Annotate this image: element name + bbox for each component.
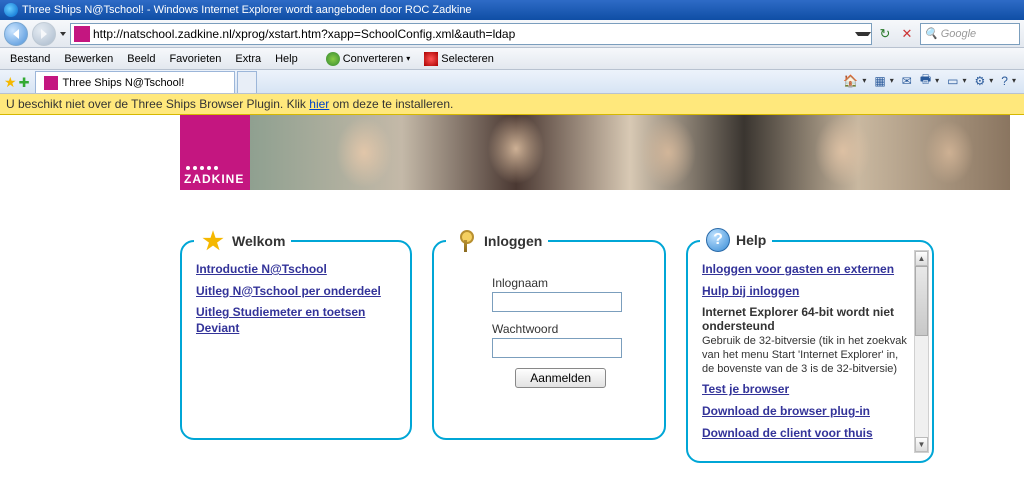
scroll-down-button[interactable]: ▼ bbox=[915, 437, 928, 452]
window-title: Three Ships N@Tschool! - Windows Interne… bbox=[22, 4, 472, 16]
menu-converteren[interactable]: Converteren ▾ bbox=[320, 50, 417, 68]
read-mail-icon[interactable]: ✉ bbox=[902, 74, 912, 88]
banner-photo bbox=[250, 115, 1010, 190]
input-wachtwoord[interactable] bbox=[492, 338, 622, 358]
address-bar[interactable] bbox=[70, 23, 872, 45]
menu-bewerken[interactable]: Bewerken bbox=[58, 51, 119, 67]
forward-button[interactable] bbox=[32, 22, 56, 46]
label-wachtwoord: Wachtwoord bbox=[492, 322, 650, 336]
link-hulp-inloggen[interactable]: Hulp bij inloggen bbox=[702, 284, 910, 300]
url-dropdown[interactable] bbox=[855, 32, 871, 36]
head-ie64: Internet Explorer 64-bit wordt niet onde… bbox=[702, 305, 910, 333]
link-download-client[interactable]: Download de client voor thuis bbox=[702, 426, 910, 442]
arrow-left-icon bbox=[13, 29, 19, 39]
tab-favicon bbox=[44, 76, 58, 90]
input-inlognaam[interactable] bbox=[492, 292, 622, 312]
panel-inloggen: Inloggen Inlognaam Wachtwoord Aanmelden bbox=[432, 240, 666, 440]
scroll-thumb[interactable] bbox=[915, 266, 928, 336]
menu-extra[interactable]: Extra bbox=[229, 51, 267, 67]
panel-help-title: Help bbox=[736, 232, 766, 248]
add-favorite-icon[interactable]: ✚ bbox=[19, 75, 30, 91]
link-test-browser[interactable]: Test je browser bbox=[702, 382, 910, 398]
plugin-notice: U beschikt niet over de Three Ships Brow… bbox=[0, 94, 1024, 115]
panel-welkom-title: Welkom bbox=[232, 233, 285, 249]
label-inlognaam: Inlognaam bbox=[492, 276, 650, 290]
stop-button[interactable]: ✕ bbox=[898, 25, 916, 43]
favorites-star-icon[interactable]: ★ bbox=[4, 74, 17, 91]
ie-icon bbox=[4, 3, 18, 17]
help-icon[interactable]: ? bbox=[1001, 74, 1008, 88]
menu-selecteren[interactable]: Selecteren bbox=[418, 50, 500, 68]
panel-welkom: ★ Welkom Introductie N@Tschool Uitleg N@… bbox=[180, 240, 412, 440]
feeds-icon[interactable]: ▦ bbox=[874, 74, 885, 88]
search-box[interactable]: 🔍 Google bbox=[920, 23, 1020, 45]
new-tab-button[interactable] bbox=[237, 71, 257, 93]
link-download-plugin[interactable]: Download de browser plug-in bbox=[702, 404, 910, 420]
scroll-up-button[interactable]: ▲ bbox=[915, 251, 928, 266]
site-favicon bbox=[74, 26, 90, 42]
browser-tab[interactable]: Three Ships N@Tschool! bbox=[35, 71, 235, 93]
menu-favorieten[interactable]: Favorieten bbox=[163, 51, 227, 67]
header-banner: ZADKINE bbox=[180, 115, 1010, 190]
convert-icon bbox=[326, 52, 340, 66]
link-gasten-externen[interactable]: Inloggen voor gasten en externen bbox=[702, 262, 910, 278]
tab-title: Three Ships N@Tschool! bbox=[62, 77, 184, 89]
panel-help: ? Help Inloggen voor gasten en externen … bbox=[686, 240, 934, 463]
notice-pre: U beschikt niet over de Three Ships Brow… bbox=[6, 97, 309, 111]
print-icon[interactable]: 🖶 bbox=[920, 70, 931, 91]
link-uitleg-onderdeel[interactable]: Uitleg N@Tschool per onderdeel bbox=[196, 284, 396, 300]
notice-post: om deze te installeren. bbox=[329, 97, 453, 111]
tab-bar: ★ ✚ Three Ships N@Tschool! 🏠▾ ▦▾ ✉ 🖶▾ ▭▾… bbox=[0, 70, 1024, 94]
zadkine-logo: ZADKINE bbox=[180, 115, 250, 190]
panel-inloggen-title: Inloggen bbox=[484, 233, 542, 249]
select-icon bbox=[424, 52, 438, 66]
nav-history-dropdown[interactable] bbox=[60, 32, 66, 36]
back-button[interactable] bbox=[4, 22, 28, 46]
logo-text: ZADKINE bbox=[184, 172, 246, 186]
window-titlebar: Three Ships N@Tschool! - Windows Interne… bbox=[0, 0, 1024, 20]
tools-icon[interactable]: ⚙ bbox=[975, 74, 986, 88]
page-icon[interactable]: ▭ bbox=[947, 74, 958, 88]
notice-install-link[interactable]: hier bbox=[309, 97, 329, 111]
link-uitleg-studiemeter[interactable]: Uitleg Studiemeter en toetsen Deviant bbox=[196, 305, 396, 336]
menu-beeld[interactable]: Beeld bbox=[121, 51, 161, 67]
desc-ie64: Gebruik de 32-bitversie (tik in het zoek… bbox=[702, 335, 910, 376]
help-scrollbar[interactable]: ▲ ▼ bbox=[914, 250, 929, 453]
nav-toolbar: ↻ ✕ 🔍 Google bbox=[0, 20, 1024, 48]
home-icon[interactable]: 🏠 bbox=[843, 74, 858, 88]
page-content: ZADKINE ★ Welkom Introductie N@Tschool U… bbox=[0, 115, 1024, 463]
menu-bar: Bestand Bewerken Beeld Favorieten Extra … bbox=[0, 48, 1024, 70]
url-input[interactable] bbox=[93, 25, 855, 43]
link-introductie[interactable]: Introductie N@Tschool bbox=[196, 262, 396, 278]
refresh-button[interactable]: ↻ bbox=[876, 25, 894, 43]
star-icon: ★ bbox=[200, 228, 226, 254]
arrow-right-icon bbox=[41, 29, 47, 39]
search-placeholder: Google bbox=[941, 28, 976, 40]
aanmelden-button[interactable]: Aanmelden bbox=[515, 368, 606, 388]
menu-bestand[interactable]: Bestand bbox=[4, 51, 56, 67]
menu-help[interactable]: Help bbox=[269, 51, 304, 67]
key-icon bbox=[452, 228, 478, 254]
help-badge-icon: ? bbox=[706, 228, 730, 252]
